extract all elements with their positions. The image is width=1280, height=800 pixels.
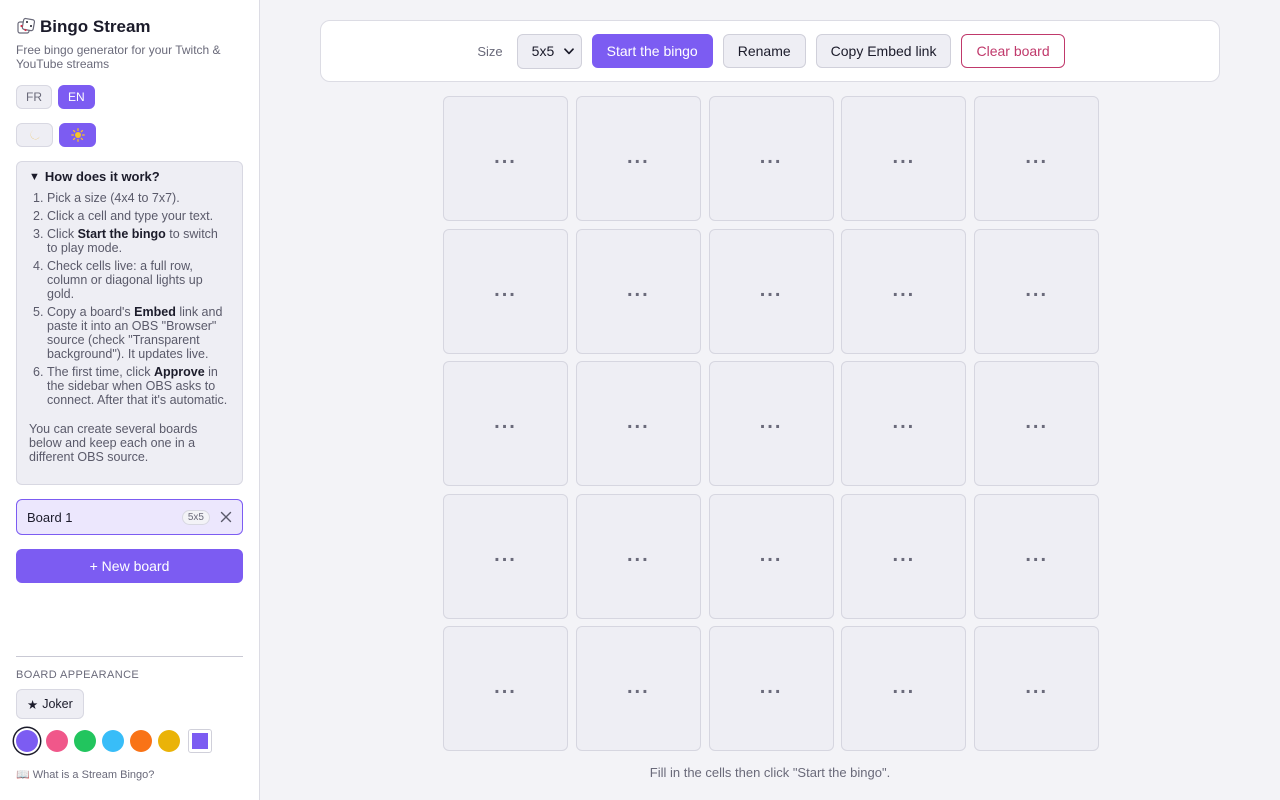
bingo-cell[interactable]: ... xyxy=(974,626,1100,752)
bingo-cell[interactable]: ... xyxy=(575,361,701,487)
lang-en-button[interactable]: EN xyxy=(58,85,95,109)
help-step: 5. Copy a board's Embed link and paste i… xyxy=(33,305,223,361)
joker-button[interactable]: ★ Joker xyxy=(16,689,84,719)
hint-text: Fill in the cells then click "Start the … xyxy=(649,765,891,780)
dice-icon xyxy=(17,17,36,34)
size-select-value: 5x5 xyxy=(531,43,555,59)
bingo-cell[interactable]: ... xyxy=(708,96,834,221)
about-link-text: What is a Stream Bingo? xyxy=(32,768,155,781)
moon-icon xyxy=(30,130,40,140)
board-name: Board 1 xyxy=(27,509,73,525)
bingo-cell[interactable]: ... xyxy=(841,493,967,619)
help-step: 3. Click Start the bingo to switch to pl… xyxy=(33,227,218,255)
bingo-cell[interactable]: ... xyxy=(443,626,568,752)
bingo-cell[interactable]: ... xyxy=(708,228,834,354)
color-swatch-purple[interactable] xyxy=(16,730,38,752)
color-swatch-yellow[interactable] xyxy=(158,730,180,752)
bingo-cell[interactable]: ... xyxy=(841,228,967,354)
bingo-cell[interactable]: ... xyxy=(708,626,834,752)
bingo-cell[interactable]: ... xyxy=(443,228,568,354)
chevron-down-icon xyxy=(563,47,574,54)
size-select[interactable]: 5x5 xyxy=(516,33,582,69)
divider xyxy=(16,656,243,657)
custom-color-fill xyxy=(192,733,208,749)
bingo-cell[interactable]: ... xyxy=(974,228,1100,354)
star-icon: ★ xyxy=(27,697,39,712)
about-link[interactable]: 📖 What is a Stream Bingo? xyxy=(16,768,155,782)
bingo-cell[interactable]: ... xyxy=(974,361,1100,487)
help-title: How does it work? xyxy=(44,169,160,184)
appearance-heading: BOARD APPEARANCE xyxy=(16,669,140,681)
help-step: 1. Pick a size (4x4 to 7x7). xyxy=(33,191,180,205)
copy-embed-button[interactable]: Copy Embed link xyxy=(815,34,952,68)
bingo-cell[interactable]: ... xyxy=(841,96,967,221)
light-theme-button[interactable] xyxy=(59,123,96,147)
help-step: 4. Check cells live: a full row, column … xyxy=(33,259,203,301)
theme-switcher xyxy=(16,123,96,147)
sidebar: Bingo Stream Free bingo generator for yo… xyxy=(0,0,260,800)
lang-fr-button[interactable]: FR xyxy=(16,85,52,109)
color-swatch-orange[interactable] xyxy=(130,730,152,752)
bingo-cell[interactable]: ... xyxy=(708,493,834,619)
board-size-badge: 5x5 xyxy=(181,509,210,525)
color-swatch-sky[interactable] xyxy=(102,730,124,752)
bingo-cell[interactable]: ... xyxy=(443,493,568,619)
new-board-button[interactable]: + New board xyxy=(16,549,243,583)
bingo-cell[interactable]: ... xyxy=(841,626,967,752)
bingo-grid: ........................................… xyxy=(443,96,1100,752)
size-label: Size xyxy=(477,43,503,59)
toolbar: Size 5x5 Start the bingo Rename Copy Emb… xyxy=(320,20,1220,82)
help-panel: ▼ How does it work? 1. Pick a size (4x4 … xyxy=(16,161,243,485)
help-step: 6. The first time, click Approve in the … xyxy=(33,365,228,407)
bingo-cell[interactable]: ... xyxy=(841,361,967,487)
start-bingo-button[interactable]: Start the bingo xyxy=(591,34,713,68)
color-swatch-green[interactable] xyxy=(74,730,96,752)
book-icon: 📖 xyxy=(16,769,30,781)
bingo-cell[interactable]: ... xyxy=(974,96,1100,221)
bingo-cell[interactable]: ... xyxy=(443,96,568,221)
sun-icon xyxy=(70,128,85,142)
bingo-cell[interactable]: ... xyxy=(575,96,701,221)
help-step: 2. Click a cell and type your text. xyxy=(33,209,214,223)
triangle-down-icon: ▼ xyxy=(29,171,40,183)
color-swatches xyxy=(16,729,212,753)
bingo-cell[interactable]: ... xyxy=(575,626,701,752)
app-subtitle: Free bingo generator for your Twitch & Y… xyxy=(16,43,221,71)
joker-label: Joker xyxy=(42,697,73,711)
help-toggle[interactable]: ▼ How does it work? xyxy=(29,170,230,184)
bingo-cell[interactable]: ... xyxy=(974,493,1100,619)
bingo-cell[interactable]: ... xyxy=(575,228,701,354)
board-list-item[interactable]: Board 1 5x5 xyxy=(16,499,243,535)
help-note: You can create several boards below and … xyxy=(29,422,198,464)
close-icon[interactable] xyxy=(220,511,232,523)
app-title-text: Bingo Stream xyxy=(40,17,151,36)
dark-theme-button[interactable] xyxy=(16,123,53,147)
app-title: Bingo Stream xyxy=(16,17,151,37)
color-swatch-pink[interactable] xyxy=(46,730,68,752)
help-steps: 1. Pick a size (4x4 to 7x7). 2. Click a … xyxy=(29,191,230,407)
bingo-cell[interactable]: ... xyxy=(708,361,834,487)
bingo-cell[interactable]: ... xyxy=(575,493,701,619)
rename-button[interactable]: Rename xyxy=(722,34,806,68)
language-switcher: FR EN xyxy=(16,85,95,109)
bingo-cell[interactable]: ... xyxy=(443,361,568,487)
clear-board-button[interactable]: Clear board xyxy=(961,34,1065,68)
custom-color-picker[interactable] xyxy=(188,729,212,753)
